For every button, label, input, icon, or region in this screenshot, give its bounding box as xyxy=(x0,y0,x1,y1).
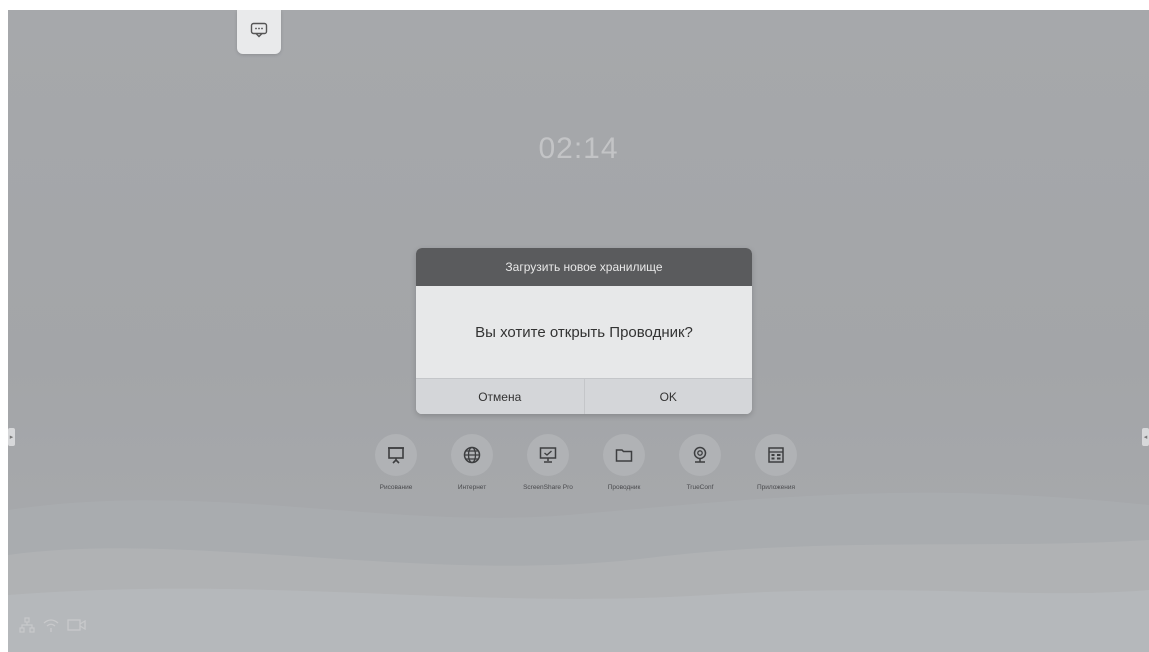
network-icon xyxy=(18,616,36,639)
app-label: Проводник xyxy=(607,484,641,491)
app-dock: Рисование Интернет ScreenShare Pro Прово… xyxy=(360,434,820,514)
camera-icon xyxy=(66,616,88,639)
dialog-button-row: Отмена OK xyxy=(416,378,752,414)
app-drawing[interactable]: Рисование xyxy=(360,434,432,492)
clock-display: 02:14 xyxy=(538,132,619,165)
chat-bubble-icon xyxy=(250,22,268,43)
cancel-button[interactable]: Отмена xyxy=(416,379,584,414)
easel-icon xyxy=(375,434,417,476)
status-bar xyxy=(18,616,88,639)
annotation-toggle-button[interactable] xyxy=(237,10,281,54)
globe-icon xyxy=(451,434,493,476)
app-label: Рисование xyxy=(379,484,413,491)
app-internet[interactable]: Интернет xyxy=(436,434,508,492)
ok-button[interactable]: OK xyxy=(583,379,753,414)
app-label: TrueConf xyxy=(686,484,714,491)
storage-dialog: Загрузить новое хранилище Вы хотите откр… xyxy=(416,248,752,414)
app-trueconf[interactable]: TrueConf xyxy=(664,434,736,492)
left-edge-handle[interactable]: ▸ xyxy=(8,428,15,446)
wifi-icon xyxy=(42,616,60,639)
desktop-screen: 02:14 ▸ ◂ Загрузить новое хранилище Вы х… xyxy=(8,10,1149,652)
dialog-message: Вы хотите открыть Проводник? xyxy=(416,286,752,378)
app-applications[interactable]: Приложения xyxy=(740,434,812,492)
app-label: Интернет xyxy=(457,484,487,491)
monitor-icon xyxy=(527,434,569,476)
webcam-icon xyxy=(679,434,721,476)
folder-icon xyxy=(603,434,645,476)
apps-grid-icon xyxy=(755,434,797,476)
app-label: ScreenShare Pro xyxy=(523,484,573,491)
app-file-explorer[interactable]: Проводник xyxy=(588,434,660,492)
right-edge-handle[interactable]: ◂ xyxy=(1142,428,1149,446)
dialog-title: Загрузить новое хранилище xyxy=(416,248,752,286)
app-label: Приложения xyxy=(756,484,796,491)
app-screenshare[interactable]: ScreenShare Pro xyxy=(512,434,584,492)
